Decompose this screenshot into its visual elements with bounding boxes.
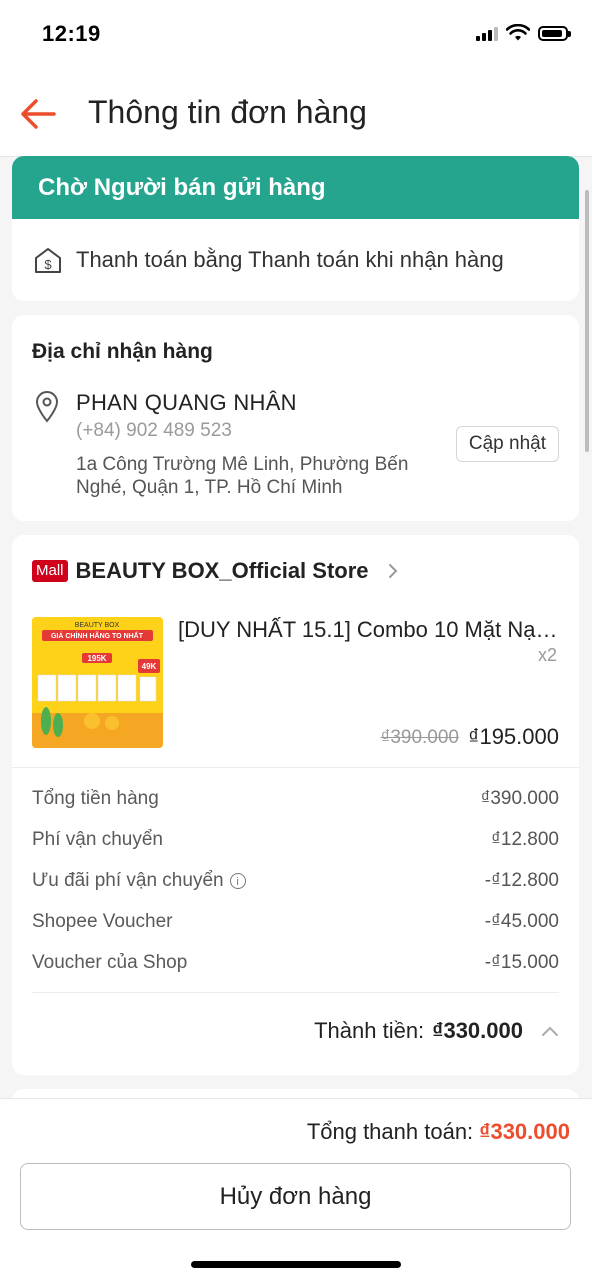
product-original-price: ₫390.000 <box>380 727 459 748</box>
order-total-label: Thành tiền: <box>314 1018 425 1043</box>
order-items-card: Mall BEAUTY BOX_Official Store BEAUTY BO… <box>12 535 579 1075</box>
order-status-card: Chờ Người bán gửi hàng $ Thanh toán bằng… <box>12 156 579 301</box>
payment-total: Tổng thanh toán: ₫330.000 <box>307 1119 570 1145</box>
app-header: Thông tin đơn hàng <box>0 70 592 157</box>
wifi-icon <box>506 24 530 41</box>
chevron-right-icon <box>388 564 397 578</box>
chevron-up-icon[interactable] <box>541 1025 559 1037</box>
svg-text:$: $ <box>44 257 52 272</box>
summary-label: Shopee Voucher <box>32 911 173 932</box>
order-total-value: ₫330.000 <box>432 1018 523 1043</box>
summary-row-shop-voucher: Voucher của Shop -₫15.000 <box>32 952 559 982</box>
product-image-brand: BEAUTY BOX <box>75 622 120 629</box>
divider <box>12 767 579 768</box>
product-name[interactable]: [DUY NHẤT 15.1] Combo 10 Mặt Nạ Dưỡng Da… <box>178 617 558 643</box>
cancel-order-button[interactable]: Hủy đơn hàng <box>20 1163 571 1230</box>
summary-label-wrap: Ưu đãi phí vận chuyển i <box>32 870 246 900</box>
order-status-banner: Chờ Người bán gửi hàng <box>12 156 579 219</box>
mall-badge: Mall <box>32 560 68 582</box>
status-bar: 12:19 <box>0 0 592 70</box>
product-price: ₫195.000 <box>468 724 559 749</box>
divider <box>32 992 559 993</box>
status-time: 12:19 <box>42 21 101 46</box>
back-arrow-icon[interactable] <box>18 94 58 134</box>
product-image-art: BEAUTY BOX GIÁ CHÍNH HÃNG TO NHẤT 195K 4… <box>32 617 163 748</box>
scrollbar[interactable] <box>585 190 589 452</box>
summary-row-subtotal: Tổng tiền hàng ₫390.000 <box>32 788 559 818</box>
summary-row-shopee-voucher: Shopee Voucher -₫45.000 <box>32 911 559 941</box>
bottom-action-bar: Tổng thanh toán: ₫330.000 Hủy đơn hàng <box>0 1098 592 1281</box>
summary-value: ₫12.800 <box>491 829 559 850</box>
recipient-name: PHAN QUANG NHÂN <box>76 390 297 415</box>
cellular-signal-icon <box>476 25 498 41</box>
recipient-phone: (+84) 902 489 523 <box>76 420 232 441</box>
summary-label: Phí vận chuyển <box>32 829 163 850</box>
product-quantity: x2 <box>537 645 557 665</box>
address-title: Địa chỉ nhận hàng <box>32 340 213 363</box>
recipient-address: 1a Công Trường Mê Linh, Phường Bến Nghé,… <box>76 454 409 498</box>
shop-name: BEAUTY BOX_Official Store <box>75 558 369 583</box>
summary-value: -₫45.000 <box>484 911 559 932</box>
summary-row-shipping-discount: Ưu đãi phí vận chuyển i -₫12.800 <box>32 870 559 900</box>
payment-total-label: Tổng thanh toán: <box>306 1119 474 1144</box>
page-title: Thông tin đơn hàng <box>88 94 367 130</box>
summary-value: -₫12.800 <box>484 870 559 891</box>
shop-header[interactable]: Mall BEAUTY BOX_Official Store <box>32 558 401 584</box>
payment-total-value: ₫330.000 <box>479 1119 570 1144</box>
battery-icon <box>538 25 571 41</box>
home-indicator[interactable] <box>191 1261 401 1268</box>
product-image-price-tag: 195K <box>87 654 106 663</box>
cash-payment-icon: $ <box>35 248 61 273</box>
payment-method-row: $ Thanh toán bằng Thanh toán khi nhận hà… <box>12 219 579 301</box>
summary-label: Ưu đãi phí vận chuyển <box>32 870 224 891</box>
summary-label: Tổng tiền hàng <box>32 788 159 809</box>
update-address-button[interactable]: Cập nhật <box>455 426 559 462</box>
status-icons <box>476 24 571 42</box>
summary-row-shipping: Phí vận chuyển ₫12.800 <box>32 829 559 859</box>
payment-method-text: Thanh toán bằng Thanh toán khi nhận hàng <box>76 247 504 272</box>
summary-value: -₫15.000 <box>484 952 559 973</box>
product-image-side-tag: 49K <box>142 662 157 671</box>
info-icon[interactable]: i <box>229 872 246 889</box>
location-pin-icon <box>35 391 59 423</box>
order-total-row[interactable]: Thành tiền: ₫330.000 <box>314 1018 559 1044</box>
summary-value: ₫390.000 <box>480 788 559 809</box>
address-card: Địa chỉ nhận hàng PHAN QUANG NHÂN (+84) … <box>12 315 579 521</box>
summary-label: Voucher của Shop <box>32 952 188 973</box>
product-image[interactable]: BEAUTY BOX GIÁ CHÍNH HÃNG TO NHẤT 195K 4… <box>32 617 163 748</box>
